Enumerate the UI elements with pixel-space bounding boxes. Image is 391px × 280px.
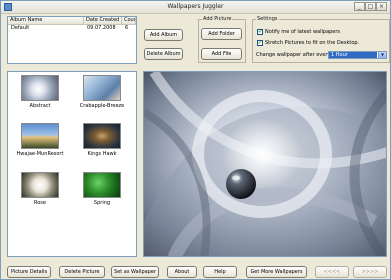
add-album-button[interactable]: Add Album [144,29,183,41]
hwajae-munresort-image [21,123,59,149]
thumbnail-label: Abstract [29,103,51,109]
next-button[interactable]: >>>> [353,266,387,278]
add-folder-button[interactable]: Add Folder [201,28,242,40]
maximize-button[interactable]: □ [365,2,376,11]
window-title: Wallpapers Juggler [167,3,224,10]
stretch-checkbox[interactable]: ✔ [257,40,263,46]
notify-label: Notify me of latest wallpapers [265,29,341,35]
album-row[interactable]: Default 09.07.2008 6 [9,25,136,32]
chevron-down-icon[interactable]: ▼ [378,52,386,58]
about-button[interactable]: About [167,266,197,278]
change-wallpaper-label: Change wallpaper after every [256,52,331,58]
thumbnail-crabapple-breeze[interactable]: Crabapple-Breeze [80,75,124,109]
thumbnail-label: Crabapple-Breeze [79,103,125,109]
spring-image [83,172,121,198]
thumbnail-spring[interactable]: Spring [83,172,121,206]
delete-album-button[interactable]: Delete Album [144,48,183,60]
album-name-cell: Default [11,25,30,31]
main-window: Wallpapers Juggler _ □ × Album Name Date… [0,0,391,280]
album-list[interactable]: Album Name Date Created Count Default 09… [7,16,137,64]
rose-image [21,172,59,198]
crabapple-breeze-image [83,75,121,101]
interval-select[interactable]: 1 Hour ▼ [328,51,387,59]
title-bar[interactable]: Wallpapers Juggler _ □ × [1,1,390,14]
delete-picture-button[interactable]: Delete Picture [59,266,105,278]
column-header-count[interactable]: Count [122,17,136,25]
thumbnail-label: Kings Hawk [87,151,117,157]
column-header-date-created[interactable]: Date Created [84,17,122,25]
thumbnail-label: Rose [34,200,46,206]
add-picture-legend: Add Picture [202,16,233,22]
thumbnail-rose[interactable]: Rose [21,172,59,206]
thumbnail-label: Spring [93,200,111,206]
notify-checkbox[interactable]: ✔ [257,29,263,35]
interval-value: 1 Hour [329,52,377,58]
previous-button[interactable]: <<<< [315,266,349,278]
minimize-button[interactable]: _ [354,2,365,11]
picture-details-button[interactable]: Picture Details [7,266,51,278]
add-file-button[interactable]: Add File [201,48,242,60]
thumbnail-kings-hawk[interactable]: Kings Hawk [83,123,121,157]
settings-legend: Settings [256,16,279,22]
thumbnail-label: Hwajae-MunResort [16,151,64,157]
kings-hawk-image [83,123,121,149]
close-button[interactable]: × [376,2,387,11]
thumbnail-abstract[interactable]: Abstract [21,75,59,109]
album-count-cell: 6 [125,25,129,31]
abstract-image [21,75,59,101]
set-as-wallpaper-button[interactable]: Set as Wallpaper [111,266,159,278]
thumbnail-hwajae-munresort[interactable]: Hwajae-MunResort [17,123,63,157]
get-more-wallpapers-button[interactable]: Get More Wallpapers [246,266,307,278]
column-header-album-name[interactable]: Album Name [8,17,84,25]
album-date-cell: 09.07.2008 [87,25,116,31]
thumbnail-grid[interactable]: Abstract Crabapple-Breeze Hwajae-MunReso… [7,71,137,257]
preview-image [144,72,386,256]
wallpaper-preview [143,71,387,257]
help-button[interactable]: Help [203,266,237,278]
stretch-label: Stretch Pictures to fit on the Desktop. [265,40,360,46]
